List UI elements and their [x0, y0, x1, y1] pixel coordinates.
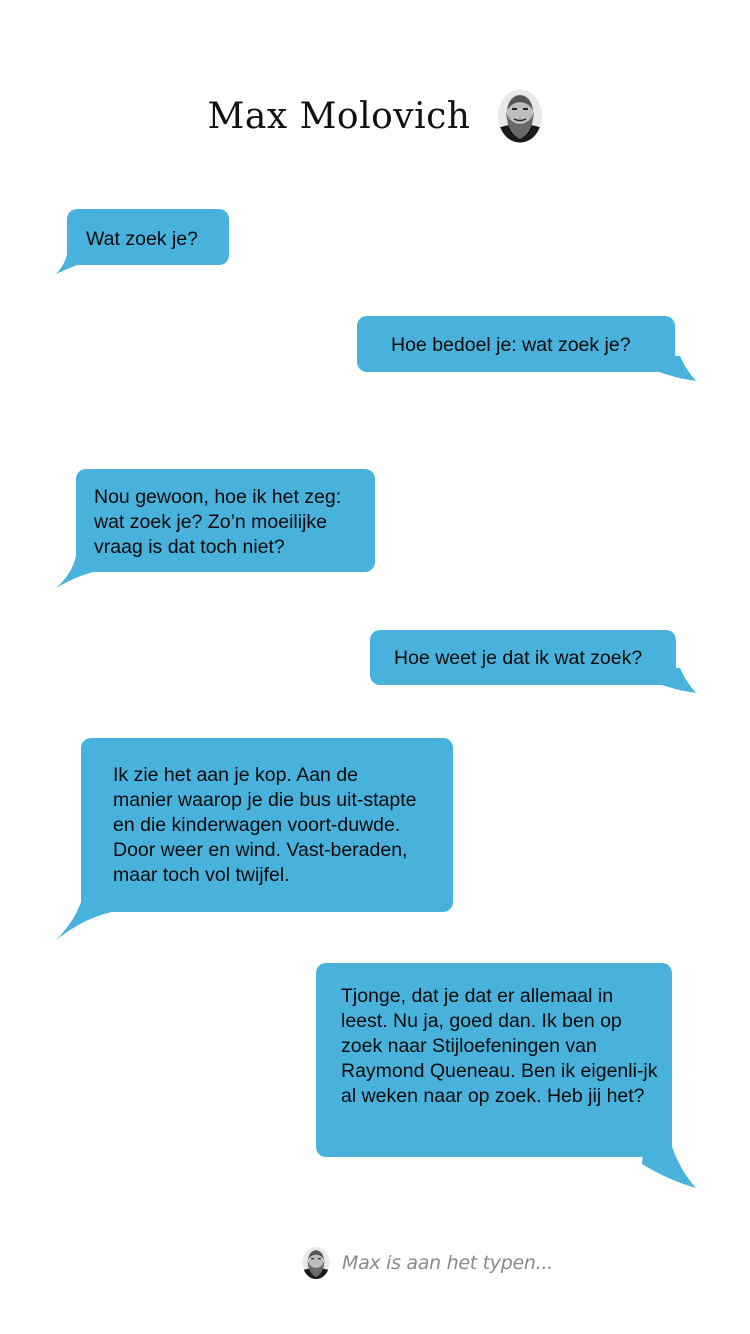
bubble-tail: [654, 668, 696, 693]
message-bubble-sent[interactable]: Tjonge, dat je dat er allemaal in leest.…: [316, 963, 672, 1157]
message-text: Tjonge, dat je dat er allemaal in leest.…: [341, 985, 658, 1107]
contact-name: Max Molovich: [207, 95, 471, 137]
avatar-small-icon: [302, 1246, 330, 1280]
bubble-tail: [56, 892, 112, 940]
message-text: Nou gewoon, hoe ik het zeg: wat zoek je?…: [94, 486, 342, 558]
bubble-tail: [654, 356, 696, 381]
message-bubble-received[interactable]: Nou gewoon, hoe ik het zeg: wat zoek je?…: [76, 469, 375, 572]
message-text: Wat zoek je?: [86, 228, 198, 250]
bubble-tail: [56, 250, 90, 274]
message-text: Hoe weet je dat ik wat zoek?: [394, 647, 643, 669]
message-bubble-received[interactable]: Ik zie het aan je kop. Aan de manier waa…: [81, 738, 453, 912]
message-text: Ik zie het aan je kop. Aan de manier waa…: [113, 764, 417, 886]
typing-indicator-text: Max is aan het typen...: [342, 1252, 553, 1274]
chat-header: Max Molovich: [0, 86, 750, 146]
typing-indicator: Max is aan het typen...: [302, 1246, 553, 1280]
contact-avatar-icon[interactable]: [497, 89, 543, 143]
message-text: Hoe bedoel je: wat zoek je?: [391, 334, 631, 356]
bubble-tail: [56, 556, 102, 588]
bubble-tail: [642, 1140, 696, 1188]
message-bubble-sent[interactable]: Hoe weet je dat ik wat zoek?: [370, 630, 676, 685]
message-bubble-sent[interactable]: Hoe bedoel je: wat zoek je?: [357, 316, 675, 372]
